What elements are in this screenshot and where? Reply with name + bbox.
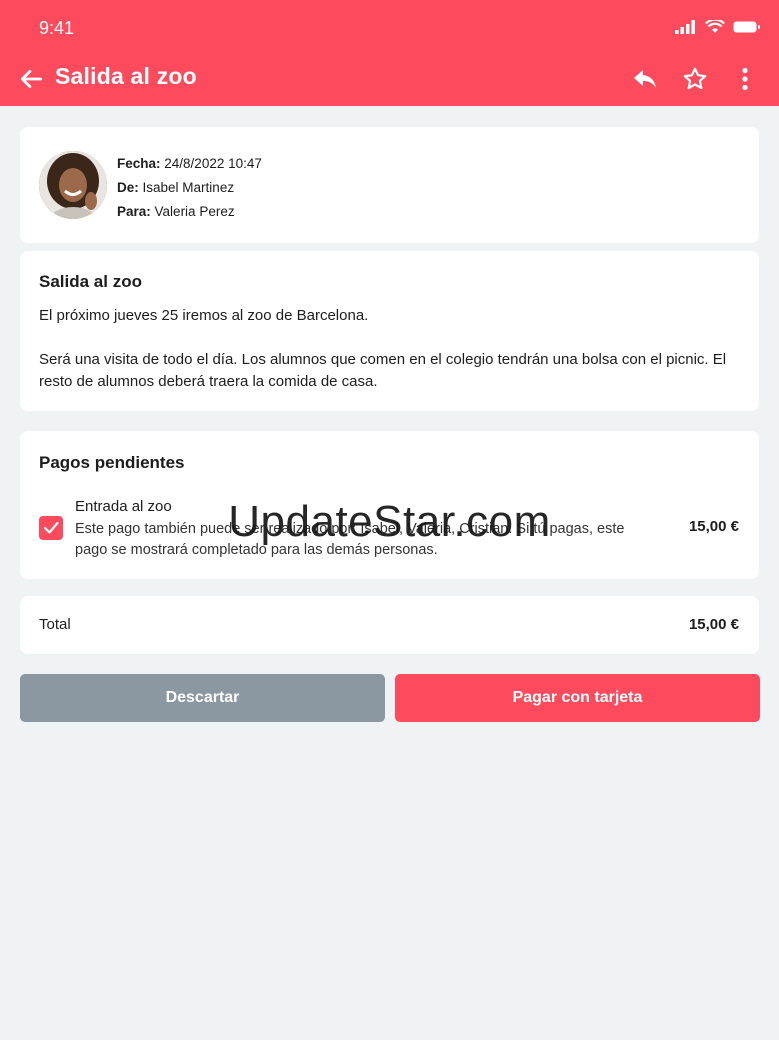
message-subject: Salida al zoo <box>39 272 142 291</box>
meta-para: Para: Valeria Perez <box>117 200 262 224</box>
back-arrow-icon[interactable] <box>18 66 44 92</box>
reply-button[interactable] <box>631 64 659 94</box>
wifi-icon <box>705 20 725 33</box>
page-title: Salida al zoo <box>55 63 197 89</box>
ticket-notch <box>14 413 26 429</box>
status-time: 9:41 <box>39 18 75 38</box>
message-paragraph-1: El próximo jueves 25 iremos al zoo de Ba… <box>39 307 369 324</box>
message-meta: Fecha: 24/8/2022 10:47 De: Isabel Martin… <box>117 152 262 224</box>
total-label: Total <box>39 616 71 633</box>
payment-item-description: Este pago también puede ser realizado po… <box>75 521 625 558</box>
status-icons <box>675 20 761 34</box>
de-label: De: <box>117 180 139 195</box>
star-outline-icon <box>683 67 707 90</box>
more-options-button[interactable] <box>731 64 759 94</box>
message-body-card: Salida al zoo El próximo jueves 25 iremo… <box>20 251 759 411</box>
top-bar: 9:41 Salida al zoo <box>0 0 779 106</box>
pay-with-card-button[interactable]: Pagar con tarjeta <box>395 674 760 722</box>
signal-icon <box>675 20 695 34</box>
ticket-notch <box>753 413 765 429</box>
meta-fecha: Fecha: 24/8/2022 10:47 <box>117 152 262 176</box>
message-header-card: Fecha: 24/8/2022 10:47 De: Isabel Martin… <box>20 127 759 243</box>
total-value: 15,00 € <box>688 616 739 633</box>
fecha-label: Fecha: <box>117 156 161 171</box>
pending-payments-title: Pagos pendientes <box>39 453 185 472</box>
avatar-photo <box>39 151 107 219</box>
ticket-notch <box>753 580 765 596</box>
message-paragraph-2: Será una visita de todo el día. Los alum… <box>39 351 727 390</box>
ticket-notch <box>14 580 26 596</box>
more-vertical-icon <box>742 67 748 91</box>
payment-item-price: 15,00 € <box>688 518 739 535</box>
reply-icon <box>634 70 656 88</box>
favorite-button[interactable] <box>681 64 709 94</box>
de-value: Isabel Martinez <box>142 180 235 195</box>
para-value: Valeria Perez <box>154 204 235 219</box>
check-icon <box>43 521 59 534</box>
fecha-value: 24/8/2022 10:47 <box>164 156 262 171</box>
discard-button[interactable]: Descartar <box>20 674 385 722</box>
battery-icon <box>733 21 760 33</box>
meta-de: De: Isabel Martinez <box>117 176 262 200</box>
para-label: Para: <box>117 204 151 219</box>
avatar[interactable] <box>39 151 107 219</box>
pending-payments-card: Pagos pendientes Entrada al zoo Este pag… <box>20 431 759 579</box>
payment-item-name: Entrada al zoo <box>75 498 172 515</box>
total-card: Total 15,00 € <box>20 596 759 654</box>
app-bar-actions <box>631 64 759 94</box>
payment-checkbox[interactable] <box>39 516 63 540</box>
